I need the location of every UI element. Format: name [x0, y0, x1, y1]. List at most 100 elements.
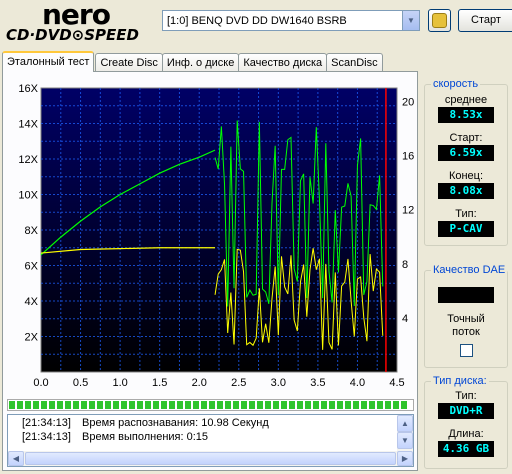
scroll-left-icon[interactable]: ◀ — [8, 451, 24, 466]
disc-type-label: Тип: — [455, 390, 477, 402]
x-tick-label: 2.0 — [192, 377, 207, 389]
y-right-tick-label: 8 — [402, 259, 408, 271]
refresh-icon — [432, 13, 447, 28]
avg-speed-label: среднее — [444, 94, 488, 106]
x-tick-label: 4.5 — [389, 377, 404, 389]
y-left-tick-label: 10X — [18, 190, 38, 202]
drive-select-value: [1:0] BENQ DVD DD DW1640 BSRB — [167, 14, 347, 27]
progress-segment — [121, 401, 127, 409]
y-left-tick-label: 12X — [18, 154, 38, 166]
y-left-tick-label: 16X — [18, 83, 38, 95]
tab-strip: Эталонный тест Create Disc Инф. о диске … — [2, 51, 383, 72]
start-button[interactable]: Старт — [458, 9, 512, 32]
log-vertical-scrollbar[interactable]: ▲ ▼ — [397, 415, 413, 453]
y-left-tick-label: 6X — [25, 261, 39, 273]
progress-segment — [209, 401, 215, 409]
progress-segment — [49, 401, 55, 409]
logo-subtitle: CD·DVD⊙SPEED — [6, 26, 139, 44]
progress-segment — [297, 401, 303, 409]
progress-segment — [81, 401, 87, 409]
progress-segment — [177, 401, 183, 409]
tab-disc-quality[interactable]: Качество диска — [238, 53, 328, 72]
progress-segment — [273, 401, 279, 409]
accurate-stream-label-1: Точный — [447, 313, 485, 325]
disc-group-title: Тип диска: — [431, 375, 489, 387]
speed-group-title: скорость — [431, 78, 481, 90]
end-speed-label: Конец: — [448, 170, 484, 182]
y-right-tick-label: 4 — [402, 313, 408, 325]
start-speed-value: 6.59x — [438, 145, 494, 161]
x-tick-label: 4.0 — [350, 377, 365, 389]
speed-type-value: P-CAV — [438, 221, 494, 237]
x-tick-label: 0.5 — [73, 377, 88, 389]
avg-speed-value: 8.53x — [438, 107, 494, 123]
progress-segment — [313, 401, 319, 409]
disc-type-value: DVD+R — [438, 403, 494, 419]
progress-segment — [377, 401, 383, 409]
tab-disc-info[interactable]: Инф. о диске — [161, 53, 240, 72]
progress-segment — [401, 401, 407, 409]
x-tick-label: 0.0 — [33, 377, 48, 389]
y-right-tick-label: 20 — [402, 97, 414, 109]
progress-segment — [73, 401, 79, 409]
progress-segment — [169, 401, 175, 409]
log-panel: [21:34:13] Время распознавания: 10.98 Сек… — [7, 414, 414, 467]
tab-create-disc[interactable]: Create Disc — [95, 53, 163, 72]
progress-segment — [249, 401, 255, 409]
progress-segment — [289, 401, 295, 409]
progress-segment — [145, 401, 151, 409]
dae-group-title: Качество DAE — [431, 264, 508, 276]
y-left-tick-label: 2X — [25, 332, 39, 344]
progress-segment — [281, 401, 287, 409]
progress-segment — [265, 401, 271, 409]
progress-segment — [153, 401, 159, 409]
scroll-right-icon[interactable]: ▶ — [397, 451, 413, 466]
y-left-tick-label: 14X — [18, 119, 38, 131]
chevron-down-icon[interactable]: ▼ — [402, 11, 419, 30]
progress-segment — [241, 401, 247, 409]
scroll-down-icon[interactable]: ▼ — [397, 432, 413, 449]
x-tick-label: 2.5 — [231, 377, 246, 389]
nero-cd-dvd-speed-window: nero CD·DVD⊙SPEED [1:0] BENQ DVD DD DW16… — [0, 0, 512, 474]
progress-segment — [129, 401, 135, 409]
x-tick-label: 3.5 — [310, 377, 325, 389]
progress-segment — [225, 401, 231, 409]
x-tick-label: 1.5 — [152, 377, 167, 389]
progress-bar — [7, 399, 414, 411]
progress-segment — [65, 401, 71, 409]
accurate-stream-checkbox[interactable] — [460, 344, 473, 357]
progress-segment — [257, 401, 263, 409]
dae-quality-value — [438, 287, 494, 303]
y-left-tick-label: 8X — [25, 225, 39, 237]
progress-segment — [369, 401, 375, 409]
log-text: Время распознавания: 10.98 Секунд — [82, 417, 269, 429]
progress-segment — [217, 401, 223, 409]
progress-segment — [337, 401, 343, 409]
progress-segment — [385, 401, 391, 409]
progress-segment — [201, 401, 207, 409]
progress-segment — [17, 401, 23, 409]
drive-select[interactable]: [1:0] BENQ DVD DD DW1640 BSRB ▼ — [162, 10, 420, 31]
speed-type-label: Тип: — [455, 208, 477, 220]
disc-length-value: 4.36 GB — [438, 441, 494, 457]
x-tick-label: 3.0 — [271, 377, 286, 389]
progress-segment — [233, 401, 239, 409]
progress-segment — [89, 401, 95, 409]
disc-length-label: Длина: — [448, 428, 484, 440]
log-horizontal-scrollbar[interactable]: ◀ ▶ — [8, 451, 413, 466]
log-row: [21:34:13] Время выполнения: 0:15 — [22, 431, 208, 444]
scroll-up-icon[interactable]: ▲ — [397, 415, 413, 432]
progress-segment — [361, 401, 367, 409]
tab-scandisc[interactable]: ScanDisc — [326, 53, 383, 72]
progress-segment — [33, 401, 39, 409]
y-right-tick-label: 12 — [402, 205, 414, 217]
refresh-button[interactable] — [428, 9, 451, 32]
log-row: [21:34:13] Время распознавания: 10.98 Сек… — [22, 417, 269, 430]
progress-segment — [345, 401, 351, 409]
progress-segment — [161, 401, 167, 409]
progress-segment — [57, 401, 63, 409]
tab-benchmark[interactable]: Эталонный тест — [2, 51, 95, 72]
scroll-thumb[interactable] — [25, 452, 396, 465]
progress-segment — [137, 401, 143, 409]
progress-segment — [113, 401, 119, 409]
